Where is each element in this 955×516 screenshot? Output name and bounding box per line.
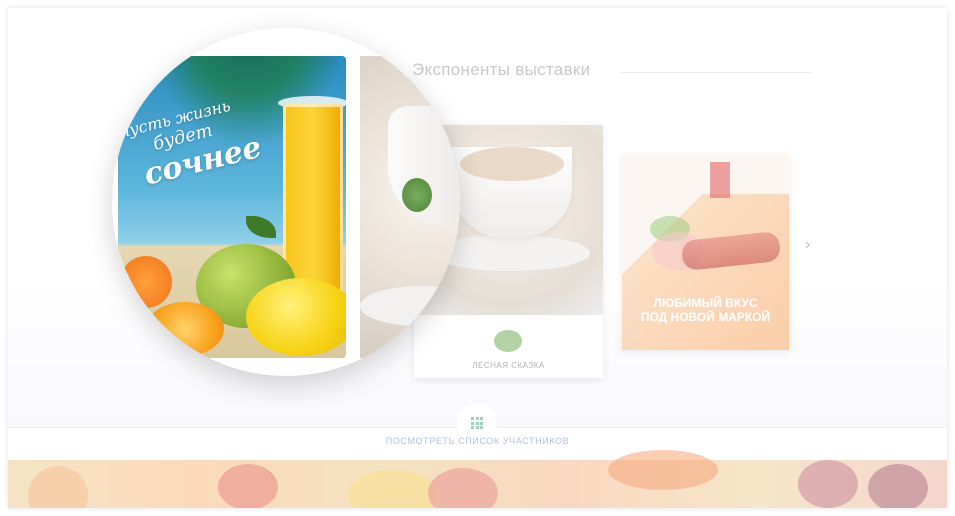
lemon-shape [348,470,438,508]
grapefruit-shape [608,450,718,490]
juice-glass [283,104,343,294]
plum-shape-2 [868,464,928,508]
orange-slice [146,302,224,356]
brand-badge [710,162,730,198]
grid-icon [471,417,483,429]
plum-shape [798,460,858,508]
exhibitor-card-sausage[interactable]: ЛЮБИМЫЙ ВКУС ПОД НОВОЙ МАРКОЙ [622,154,789,350]
lemon-fruit [246,278,346,356]
zoom-magnifier: пусть жизнь будет сочнее [112,28,460,376]
title-divider [620,72,812,73]
view-participants-link[interactable]: ПОСМОТРЕТЬ СПИСОК УЧАСТНИКОВ [8,436,947,446]
fruit-background-strip [8,450,947,508]
apple-leaf [246,216,276,238]
card-background [622,194,789,350]
strawberry-shape-2 [428,468,498,508]
juice-card-image: пусть жизнь будет сочнее [118,56,346,358]
card-headline-line2: ПОД НОВОЙ МАРКОЙ [640,310,771,324]
strawberry-shape [218,464,278,508]
zoomed-logo [402,178,432,212]
card-headline-line1: ЛЮБИМЫЙ ВКУС [653,296,758,310]
chevron-right-icon[interactable]: › [805,236,810,254]
fruit-shape [28,466,88,508]
slogan: пусть жизнь будет сочнее [118,87,281,196]
exhibitors-section: Экспоненты выставки ЛЕСНАЯ СКАЗКА ЛЮБИМЫ… [8,8,947,508]
brand-logo [494,330,522,352]
orange-fruit [120,256,172,308]
card-label: ЛЕСНАЯ СКАЗКА [472,361,545,370]
card-headline: ЛЮБИМЫЙ ВКУС ПОД НОВОЙ МАРКОЙ [622,296,789,324]
foam-shape [460,147,564,181]
zoomed-saucer [360,286,460,326]
zoomed-coffee-image [360,56,460,358]
